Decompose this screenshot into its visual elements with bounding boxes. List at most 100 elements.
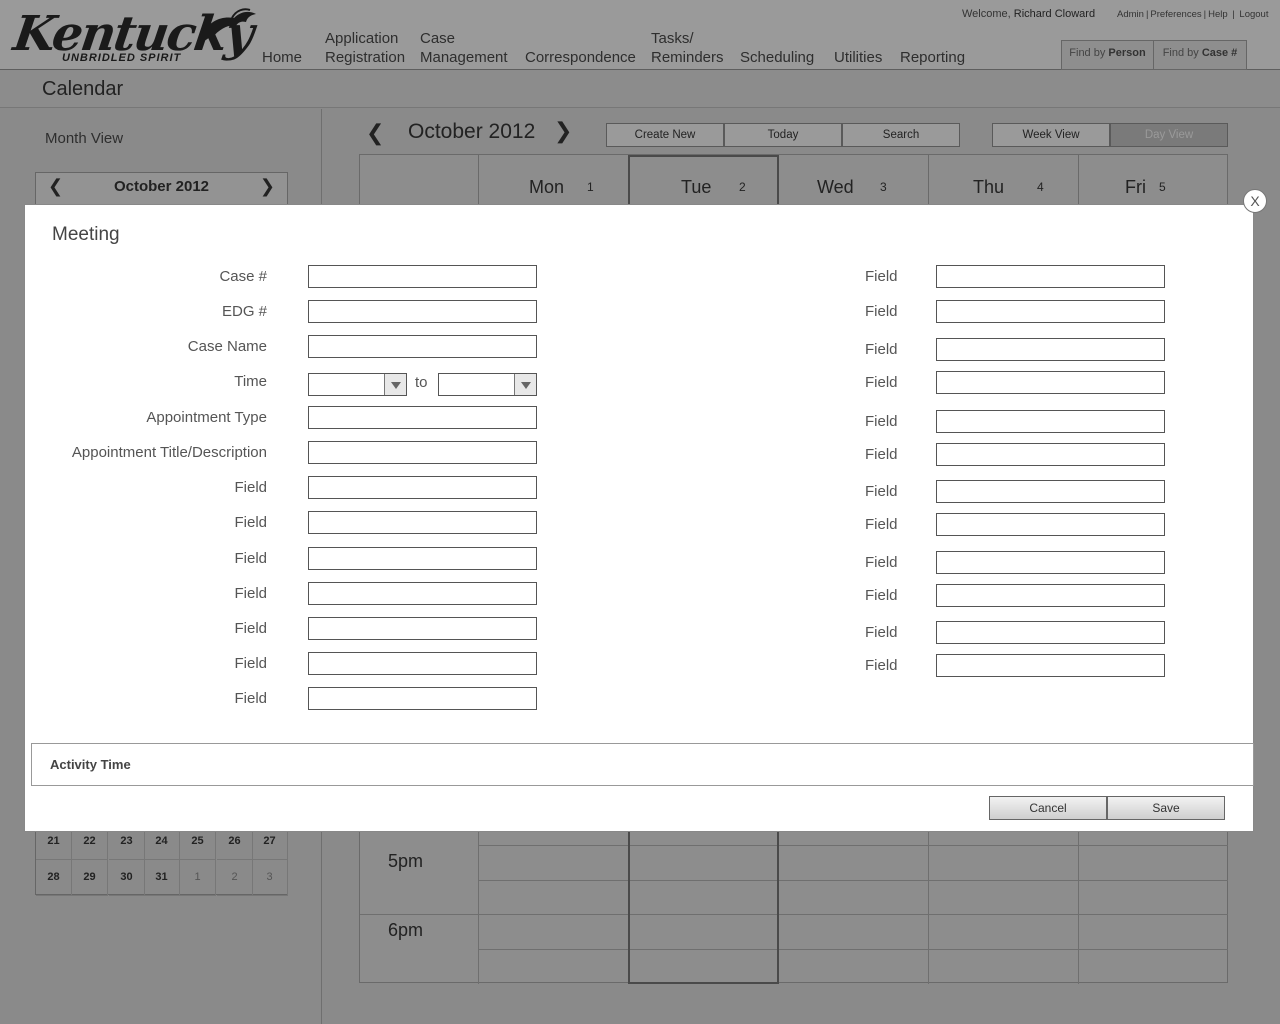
close-icon[interactable]: X: [1243, 189, 1267, 213]
nav-label-line1: Tasks/: [651, 30, 694, 47]
day-header-wed[interactable]: Wed 3: [778, 155, 928, 205]
chevron-down-icon[interactable]: [384, 374, 406, 395]
mini-calendar-day[interactable]: 3: [252, 860, 288, 896]
find-tab-bold: Case #: [1201, 47, 1238, 59]
page-title: Calendar: [42, 78, 124, 100]
field-input[interactable]: [936, 338, 1165, 361]
app-header: Kentucky UNBRIDLED SPIRIT Home Applicati…: [0, 0, 1280, 70]
day-name: Mon: [529, 177, 565, 197]
nav-label-line2: Reminders: [651, 49, 724, 66]
mini-calendar-day[interactable]: 29: [72, 860, 108, 896]
kentucky-logo[interactable]: Kentucky UNBRIDLED SPIRIT: [10, 4, 256, 66]
field-input[interactable]: [308, 476, 537, 499]
mini-calendar-day[interactable]: 2: [217, 860, 253, 896]
save-button[interactable]: Save: [1107, 796, 1225, 820]
time-to-label: to: [415, 374, 428, 391]
day-name: Fri: [1125, 177, 1146, 197]
field-input[interactable]: [936, 551, 1165, 574]
prev-month-icon[interactable]: ❮: [366, 120, 384, 146]
horse-icon: [200, 8, 256, 38]
preferences-link[interactable]: Preferences: [1150, 9, 1201, 20]
field-input[interactable]: [936, 300, 1165, 323]
field-input[interactable]: [936, 265, 1165, 288]
nav-label-line2: Management: [420, 49, 508, 66]
field-input[interactable]: [308, 406, 537, 429]
nav-application-registration[interactable]: Application Registration: [325, 29, 405, 67]
field-input[interactable]: [308, 511, 537, 534]
mini-calendar-grid: 21 22 23 24 25 26 27 28 29 30 31 1 2 3: [35, 823, 288, 896]
time-from-select[interactable]: [308, 373, 407, 396]
field-input[interactable]: [936, 443, 1165, 466]
nav-label-line1: Case: [420, 30, 456, 47]
dialog-title: Meeting: [52, 224, 120, 245]
logout-link[interactable]: Logout: [1239, 9, 1268, 20]
activity-time-section[interactable]: Activity Time: [31, 743, 1254, 786]
field-input[interactable]: [936, 371, 1165, 394]
field-input[interactable]: [308, 300, 537, 323]
help-link[interactable]: Help: [1208, 9, 1228, 20]
day-number: 3: [880, 180, 887, 194]
field-input[interactable]: [308, 335, 537, 358]
day-header-fri[interactable]: Fri 5: [1078, 155, 1228, 205]
time-to-select[interactable]: [438, 373, 537, 396]
mini-calendar-day[interactable]: 1: [180, 860, 216, 896]
field-input[interactable]: [936, 621, 1165, 644]
mini-next-month-icon[interactable]: ❯: [260, 176, 275, 197]
field-input[interactable]: [308, 652, 537, 675]
top-links: Admin | Preferences | Help | Logout: [1117, 9, 1269, 20]
find-by-case-tab[interactable]: Find by Case #: [1153, 40, 1247, 70]
field-input[interactable]: [936, 584, 1165, 607]
field-label: Field: [234, 550, 267, 567]
mini-calendar-day[interactable]: 30: [109, 860, 145, 896]
nav-scheduling[interactable]: Scheduling: [740, 48, 814, 67]
field-label: Field: [865, 303, 898, 320]
nav-label-line1: Application: [325, 30, 399, 47]
field-label: Time: [234, 373, 267, 390]
field-label: Case #: [219, 268, 267, 285]
field-label: Field: [234, 690, 267, 707]
hour-label-6pm: 6pm: [388, 920, 424, 940]
day-header-thu[interactable]: Thu 4: [928, 155, 1078, 205]
field-label: Field: [865, 516, 898, 533]
field-label: Field: [865, 446, 898, 463]
nav-home[interactable]: Home: [262, 48, 302, 67]
field-input[interactable]: [308, 547, 537, 570]
field-label: Field: [865, 624, 898, 641]
nav-reporting[interactable]: Reporting: [900, 48, 965, 67]
next-month-icon[interactable]: ❯: [554, 118, 572, 144]
field-input[interactable]: [936, 480, 1165, 503]
create-new-button[interactable]: Create New: [606, 123, 724, 147]
grid-divider: [478, 880, 1228, 881]
field-label: Appointment Type: [146, 409, 267, 426]
user-name: Richard Cloward: [1013, 8, 1096, 20]
day-header-mon[interactable]: Mon 1: [478, 155, 628, 205]
search-button[interactable]: Search: [842, 123, 960, 147]
mini-calendar-day[interactable]: 28: [36, 860, 72, 896]
chevron-down-icon[interactable]: [514, 374, 536, 395]
field-input[interactable]: [308, 687, 537, 710]
nav-case-management[interactable]: Case Management: [420, 29, 508, 67]
week-view-button[interactable]: Week View: [992, 123, 1110, 147]
field-input[interactable]: [936, 654, 1165, 677]
find-tab-bold: Person: [1108, 47, 1146, 59]
nav-tasks-reminders[interactable]: Tasks/ Reminders: [651, 29, 724, 67]
field-input[interactable]: [308, 582, 537, 605]
cancel-button[interactable]: Cancel: [989, 796, 1107, 820]
nav-label-line1: Utilities: [834, 49, 883, 66]
nav-utilities[interactable]: Utilities: [834, 48, 882, 67]
calendar-month-title: October 2012: [408, 120, 536, 143]
mini-calendar-day[interactable]: 31: [144, 860, 180, 896]
field-input[interactable]: [308, 265, 537, 288]
admin-link[interactable]: Admin: [1117, 9, 1144, 20]
today-button[interactable]: Today: [724, 123, 842, 147]
field-input[interactable]: [308, 441, 537, 464]
grid-divider: [478, 845, 1228, 846]
welcome-message: Welcome, Richard Cloward: [962, 8, 1095, 20]
nav-correspondence[interactable]: Correspondence: [525, 48, 636, 67]
welcome-prefix: Welcome,: [962, 8, 1011, 20]
field-input[interactable]: [936, 513, 1165, 536]
field-input[interactable]: [308, 617, 537, 640]
day-view-button[interactable]: Day View: [1110, 123, 1228, 147]
field-input[interactable]: [936, 410, 1165, 433]
find-by-person-tab[interactable]: Find by Person: [1061, 40, 1154, 70]
